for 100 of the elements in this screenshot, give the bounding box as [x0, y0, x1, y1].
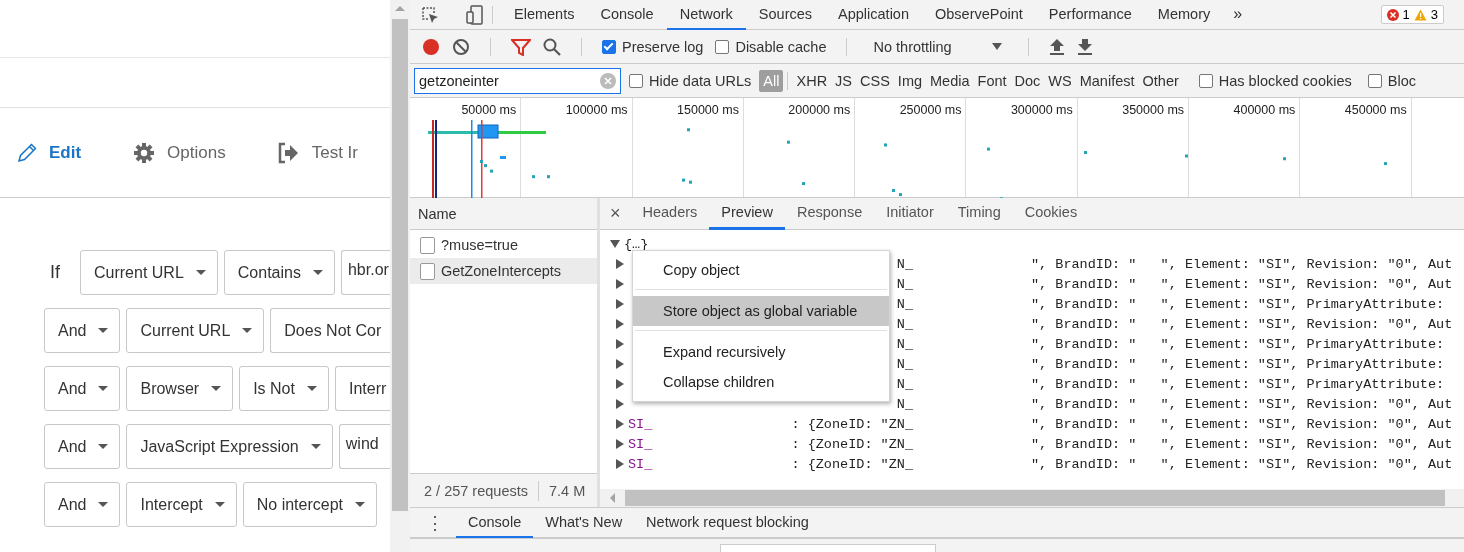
device-icon	[466, 3, 484, 26]
time-tick: 450000 ms	[1344, 103, 1407, 118]
drawer-tab[interactable]: Network request blocking	[634, 507, 821, 538]
property-value: N_	[896, 356, 913, 372]
property-value: N_	[896, 316, 913, 332]
file-icon	[420, 236, 435, 254]
condition-dropdown[interactable]: And	[44, 424, 121, 469]
condition-dropdown[interactable]: Current URL	[80, 250, 218, 295]
gear-icon	[133, 141, 156, 164]
panel-tab[interactable]: Sources	[745, 0, 826, 30]
type-filter[interactable]: Doc	[1010, 69, 1045, 92]
caret-icon	[310, 444, 321, 449]
panel-tab[interactable]: Console	[587, 0, 667, 30]
drawer-tab[interactable]: What's New	[533, 507, 635, 538]
time-tick: 100000 ms	[565, 103, 628, 118]
checkbox[interactable]: Has blocked cookies	[1198, 72, 1352, 89]
time-tick: 150000 ms	[677, 103, 739, 118]
condition-dropdown[interactable]: Intercept	[126, 482, 237, 527]
type-filter[interactable]: XHR	[792, 69, 832, 92]
type-filter[interactable]: Media	[926, 69, 974, 92]
detail-tab[interactable]: Headers	[630, 197, 710, 230]
panel-tab[interactable]: Performance	[1035, 0, 1145, 30]
property-key: SI_	[628, 436, 783, 452]
value-field[interactable]: wind	[338, 424, 390, 469]
checkbox[interactable]: Disable cache	[715, 38, 827, 55]
caret-icon	[306, 386, 317, 391]
type-filter[interactable]: Manifest	[1075, 69, 1139, 92]
search-icon	[543, 37, 561, 56]
time-tick: 200000 ms	[788, 103, 851, 118]
condition-dropdown[interactable]: Current URL	[126, 308, 265, 353]
condition-dropdown[interactable]: Interr	[334, 366, 390, 411]
type-filter[interactable]: Other	[1138, 69, 1183, 92]
exit-icon	[277, 141, 300, 164]
caret-icon	[98, 502, 109, 507]
condition-dropdown[interactable]: Does Not Cor	[270, 308, 390, 353]
inspect-icon	[420, 4, 440, 25]
detail-tab[interactable]: Response	[784, 197, 875, 230]
type-filter[interactable]: WS	[1044, 69, 1076, 92]
type-filter[interactable]: Img	[893, 69, 927, 92]
filter-icon	[511, 37, 531, 56]
more-button[interactable]: ⋮	[420, 511, 456, 534]
menu-item[interactable]: Expand recursively	[633, 337, 889, 367]
property-value: N_	[896, 256, 913, 272]
condition-dropdown[interactable]: Browser	[126, 366, 234, 411]
condition-dropdown[interactable]: And	[44, 366, 121, 411]
type-filter[interactable]: Font	[973, 69, 1011, 92]
clear-icon	[452, 37, 470, 56]
panel-tab[interactable]: ObservePoint	[922, 0, 1036, 30]
menu-item[interactable]: Collapse children	[633, 367, 889, 397]
condition-dropdown[interactable]: And	[44, 308, 121, 353]
property-value: ", BrandID: " ", Element: "SI", PrimaryAttribute:	[1031, 336, 1445, 352]
property-value: ", BrandID: " ", Element: "SI", PrimaryAttribute:	[1031, 356, 1445, 372]
property-value: ", BrandID: " ", Element: "SI", Revision: "0", Aut	[1031, 456, 1453, 472]
menu-item[interactable]: Copy object	[633, 255, 889, 285]
property-value: ", BrandID: " ", Element: "SI", Revision: "0", Aut	[1031, 436, 1453, 452]
condition-dropdown[interactable]: And	[44, 482, 121, 527]
console-filter-field[interactable]	[720, 544, 936, 552]
more-tabs-button[interactable]: »	[1223, 0, 1253, 30]
throttling-select[interactable]: No throttling	[867, 38, 1008, 55]
detail-tab[interactable]: Timing	[945, 197, 1013, 230]
caret-icon	[98, 328, 109, 333]
detail-tab[interactable]: Initiator	[874, 197, 946, 230]
collapse-arrow-icon[interactable]	[610, 240, 620, 248]
panel-tab[interactable]: Application	[825, 0, 922, 30]
checkbox[interactable]: Bloc	[1367, 72, 1416, 89]
issues-badge[interactable]: 1 3	[1380, 5, 1444, 24]
type-filter[interactable]: JS	[831, 69, 857, 92]
caret-icon	[312, 270, 323, 275]
condition-dropdown[interactable]: JavaScript Expression	[126, 424, 333, 469]
checkbox[interactable]: Hide data URLs	[629, 72, 752, 89]
menu-item[interactable]: Store object as global variable	[633, 296, 889, 326]
panel-tab[interactable]: Memory	[1144, 0, 1224, 30]
property-key: SI_	[628, 416, 783, 432]
error-count: 1	[1402, 7, 1410, 22]
request-row[interactable]: GetZoneIntercepts	[410, 258, 597, 284]
checkbox[interactable]: Preserve log	[602, 38, 704, 55]
horizontal-scrollbar[interactable]	[600, 489, 1464, 507]
nav-tab[interactable]: Edit	[17, 142, 82, 163]
property-value: ", BrandID: " ", Element: "SI", Revision: "0", Aut	[1031, 396, 1453, 412]
request-row[interactable]: ?muse=true	[410, 232, 597, 258]
caret-icon	[211, 386, 222, 391]
nav-tab[interactable]: Test Ir	[277, 141, 358, 164]
time-tick: 350000 ms	[1122, 103, 1185, 118]
condition-label: If	[50, 262, 61, 283]
close-button[interactable]: ×	[610, 203, 631, 224]
scrollbar[interactable]	[390, 0, 410, 552]
detail-tab[interactable]: Preview	[709, 197, 785, 230]
column-header[interactable]: Name	[410, 198, 597, 230]
panel-tab[interactable]: Elements	[501, 0, 588, 30]
type-filter[interactable]: CSS	[856, 69, 894, 92]
condition-dropdown[interactable]: No intercept	[242, 482, 377, 527]
filter-field[interactable]: getzoneinter	[414, 67, 621, 94]
detail-tab[interactable]: Cookies	[1012, 197, 1090, 230]
download-icon	[1076, 37, 1093, 56]
caret-icon	[195, 270, 206, 275]
condition-dropdown[interactable]: Contains	[223, 250, 335, 295]
condition-dropdown[interactable]: Is Not	[239, 366, 329, 411]
property-value: ", BrandID: " ", Element: "SI", Revision: "0", Aut	[1031, 256, 1453, 272]
value-field[interactable]: hbr.or	[340, 250, 390, 295]
nav-tab[interactable]: Options	[133, 141, 226, 164]
